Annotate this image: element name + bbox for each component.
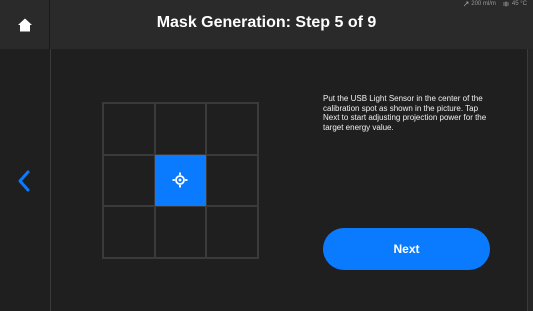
flow-status: 200 ml/m	[463, 1, 496, 7]
flow-value: 200 ml/m	[471, 1, 496, 7]
back-button[interactable]	[10, 166, 38, 196]
grid-cell	[154, 103, 207, 155]
grid-cell	[206, 154, 258, 207]
grid-cell	[206, 103, 258, 155]
chevron-left-icon	[18, 170, 30, 192]
calibration-spot	[154, 154, 207, 207]
next-button[interactable]: Next	[323, 228, 490, 270]
header-bar: Mask Generation: Step 5 of 9 200 ml/m 45…	[0, 0, 533, 49]
grid-cell	[103, 154, 155, 207]
instruction-text: Put the USB Light Sensor in the center o…	[323, 94, 487, 132]
temperature-icon	[502, 1, 509, 7]
grid-cell	[154, 206, 207, 258]
flow-icon	[463, 1, 469, 7]
status-bar: 200 ml/m 45 °C	[463, 1, 527, 7]
temperature-status: 45 °C	[502, 1, 527, 7]
temperature-value: 45 °C	[511, 1, 527, 7]
crosshair-icon	[172, 172, 188, 188]
grid-cell	[103, 103, 155, 155]
grid-cell	[103, 206, 155, 258]
page-title: Mask Generation: Step 5 of 9	[156, 14, 377, 31]
grid-cell	[206, 206, 258, 258]
calibration-grid	[102, 102, 259, 259]
right-edge-panel	[527, 49, 533, 311]
left-nav-panel	[0, 49, 51, 311]
